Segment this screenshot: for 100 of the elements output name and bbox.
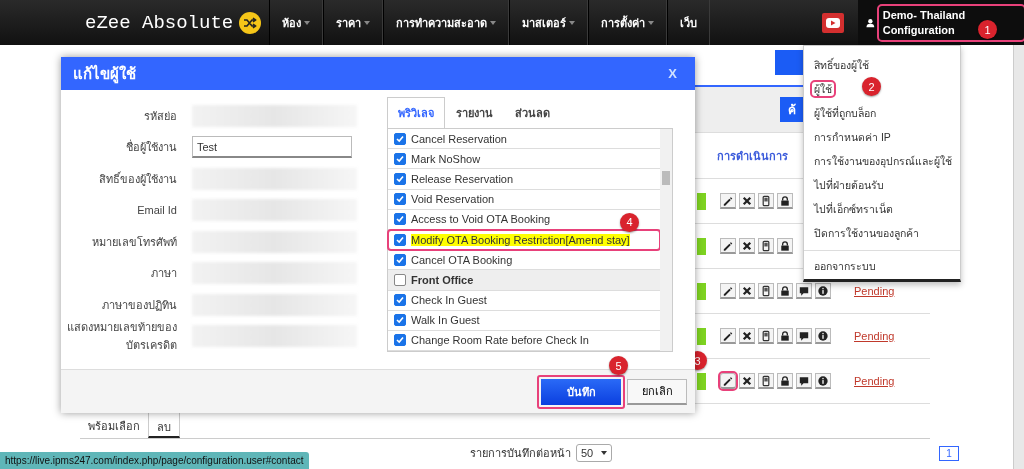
- close-button[interactable]: [739, 238, 755, 254]
- blurred-field[interactable]: [192, 325, 357, 348]
- phone-button[interactable]: [758, 283, 774, 299]
- pencil-button[interactable]: [720, 283, 736, 299]
- dialog-title: แก้ไขผู้ใช้: [73, 63, 136, 86]
- caret-icon: [490, 20, 497, 25]
- lock-button[interactable]: [777, 238, 793, 254]
- privilege-label: Void Reservation: [411, 193, 495, 206]
- close-button[interactable]: [739, 328, 755, 344]
- logout-menu-item[interactable]: ออกจากระบบ: [812, 259, 878, 273]
- input-field[interactable]: Test: [192, 136, 352, 159]
- video-play-icon[interactable]: [822, 12, 844, 33]
- group-label: Front Office: [411, 273, 474, 286]
- status-link[interactable]: Pending: [854, 330, 895, 342]
- phone-button[interactable]: [758, 328, 774, 344]
- step-badge: 4: [620, 212, 639, 232]
- close-button[interactable]: X: [662, 65, 683, 82]
- checkbox[interactable]: [394, 152, 406, 165]
- blurred-field[interactable]: [192, 199, 357, 222]
- privilege-label: Release Reservation: [411, 172, 514, 185]
- field-label: ภาษาของปฏิทิน: [101, 297, 177, 313]
- status-indicator: [697, 192, 706, 210]
- column-header: การดำเนินการ: [717, 148, 788, 164]
- lock-button[interactable]: [777, 283, 793, 299]
- menu-item[interactable]: ผู้ใช้: [812, 82, 834, 96]
- nav-menu-item[interactable]: การตั้งค่า: [588, 0, 668, 45]
- field-label: รหัสย่อ: [143, 108, 177, 124]
- status-indicator: [697, 327, 706, 345]
- nav-menu-item[interactable]: ห้อง: [269, 0, 324, 45]
- nav-menu-item[interactable]: เว็บ: [667, 0, 711, 45]
- cancel-button[interactable]: ยกเลิก: [627, 378, 687, 405]
- comment-button[interactable]: [796, 328, 812, 344]
- tab[interactable]: พร้อมเลือก: [80, 412, 148, 438]
- blurred-field[interactable]: [192, 167, 357, 190]
- pencil-button[interactable]: [720, 193, 736, 209]
- field-label: สิทธิ์ของผู้ใช้งาน: [98, 170, 177, 188]
- blurred-field[interactable]: [192, 262, 357, 285]
- checkbox[interactable]: [394, 213, 406, 226]
- checkbox[interactable]: [394, 253, 406, 266]
- close-button[interactable]: [739, 283, 755, 299]
- phone-button[interactable]: [758, 238, 774, 254]
- privilege-label: Mark NoShow: [411, 152, 481, 165]
- field-label: Email Id: [136, 204, 177, 217]
- tab[interactable]: ลบ: [148, 412, 180, 438]
- checkbox[interactable]: [394, 273, 406, 286]
- lock-button[interactable]: [777, 373, 793, 389]
- lock-icon: [778, 328, 792, 343]
- save-button[interactable]: บันทึก: [541, 378, 621, 405]
- phone-button[interactable]: [758, 373, 774, 389]
- close-button[interactable]: [739, 373, 755, 389]
- menu-item[interactable]: การกำหนดค่า IP: [812, 130, 893, 144]
- blurred-field[interactable]: [192, 293, 357, 316]
- nav-menu-item[interactable]: ราคา: [323, 0, 384, 45]
- pencil-button[interactable]: [720, 328, 736, 344]
- menu-item[interactable]: ไปที่ฝ่ายต้อนรับ: [812, 178, 886, 192]
- comment-button[interactable]: [796, 373, 812, 389]
- checkbox[interactable]: [394, 334, 406, 347]
- phone-button[interactable]: [758, 193, 774, 209]
- checkbox[interactable]: [394, 172, 406, 185]
- info-button[interactable]: [815, 283, 831, 299]
- per-page-select[interactable]: 50: [576, 444, 613, 462]
- menu-item[interactable]: การใช้งานของอุปกรณ์และผู้ใช้: [812, 154, 954, 168]
- caret-icon: [648, 20, 655, 25]
- caret-icon: [304, 20, 311, 25]
- checkbox[interactable]: [394, 314, 406, 327]
- step-badge: 2: [862, 77, 881, 96]
- lock-button[interactable]: [777, 328, 793, 344]
- lock-button[interactable]: [777, 193, 793, 209]
- close-button[interactable]: [739, 193, 755, 209]
- info-button[interactable]: [815, 373, 831, 389]
- checkbox[interactable]: [394, 294, 406, 307]
- menu-item[interactable]: สิทธิ์ของผู้ใช้: [812, 58, 871, 72]
- shuffle-icon: [239, 11, 262, 34]
- menu-item[interactable]: ไปที่เอ็กซ์ทราเน็ต: [812, 202, 895, 216]
- privilege-label: Check In Guest: [411, 294, 487, 307]
- tab[interactable]: พริวิเลจ: [387, 97, 445, 128]
- page-button[interactable]: 1: [939, 445, 959, 461]
- step-badge: 5: [609, 356, 628, 375]
- menu-item[interactable]: ปิดการใช้งานของลูกค้า: [812, 226, 921, 240]
- blurred-field[interactable]: [192, 230, 357, 253]
- blurred-field[interactable]: [192, 104, 357, 127]
- pencil-button[interactable]: [720, 373, 736, 389]
- pencil-button[interactable]: [720, 238, 736, 254]
- nav-menu-item[interactable]: การทำความสะอาด: [383, 0, 510, 45]
- field-label: ชื่อผู้ใช้งาน: [125, 138, 177, 156]
- status-link[interactable]: Pending: [854, 375, 895, 387]
- scrollbar[interactable]: [1013, 45, 1024, 469]
- nav-menu-item[interactable]: มาสเตอร์: [509, 0, 589, 45]
- checkbox[interactable]: [394, 132, 406, 145]
- scrollbar[interactable]: [660, 129, 672, 352]
- tab[interactable]: รายงาน: [445, 97, 504, 128]
- caret-icon: [364, 20, 371, 25]
- status-link[interactable]: Pending: [854, 285, 895, 297]
- checkbox[interactable]: [394, 193, 406, 206]
- tab[interactable]: ส่วนลด: [504, 97, 561, 128]
- info-button[interactable]: [815, 328, 831, 344]
- comment-button[interactable]: [796, 283, 812, 299]
- privilege-label: Modify OTA Booking Restriction[Amend stay]: [411, 233, 630, 246]
- checkbox[interactable]: [394, 233, 406, 246]
- field-label: หมายเลขโทรศัพท์: [91, 234, 177, 250]
